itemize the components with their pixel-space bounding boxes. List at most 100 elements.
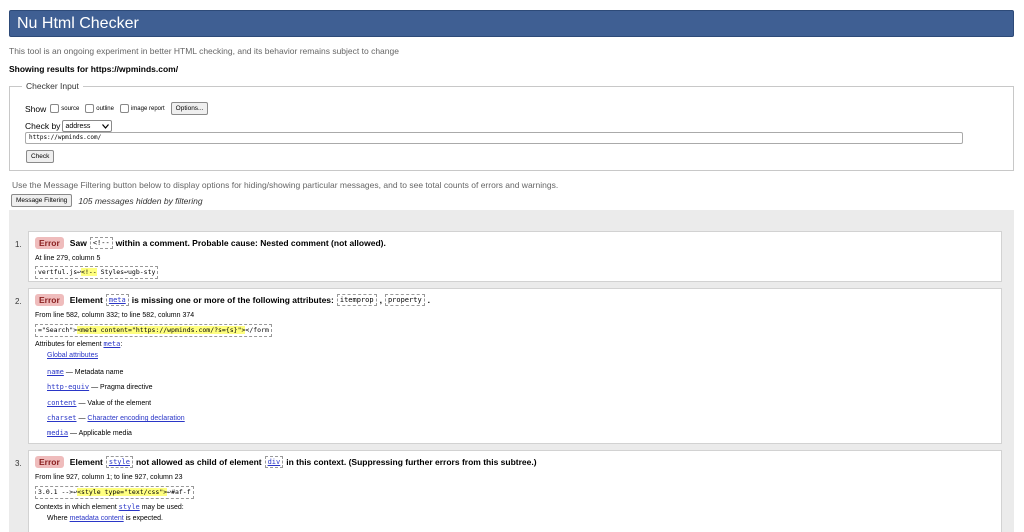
global-attributes-link[interactable]: Global attributes: [47, 352, 98, 359]
attribute-row-charset: charset — Character encoding declaration: [47, 414, 185, 422]
code-snippet[interactable]: style: [105, 456, 133, 468]
location-text: At line 279, column 5: [35, 255, 101, 262]
filter-row: Message Filtering 105 messages hidden by…: [11, 194, 203, 207]
page-title: Nu Html Checker: [17, 15, 139, 32]
message-number: 2.: [15, 297, 22, 306]
message-fragment: is missing one or more of the following …: [131, 295, 334, 305]
message-text: Error Saw <!-- within a comment. Probabl…: [35, 237, 386, 249]
attribute-desc: — Value of the element: [78, 400, 152, 407]
extract-post: ↩#af-f: [167, 488, 191, 496]
charset-link[interactable]: Character encoding declaration: [87, 415, 184, 422]
showing-results: Showing results for https://wpminds.com/: [9, 64, 179, 74]
show-label: Show: [25, 103, 47, 114]
error-badge: Error: [35, 294, 64, 306]
message-fragment: within a comment. Probable cause: Nested…: [115, 238, 386, 248]
hidden-messages-count: 105 messages hidden by filtering: [78, 195, 203, 206]
attribute-link[interactable]: media: [47, 429, 68, 437]
extract-pre: 3.0.1 -->↩: [38, 488, 78, 496]
code-snippet[interactable]: meta: [105, 294, 129, 306]
message-fragment: Element: [69, 295, 103, 305]
results-panel: 1. Error Saw <!-- within a comment. Prob…: [9, 210, 1014, 532]
source-checkbox-label: source: [61, 105, 80, 112]
message-fragment: Saw: [69, 238, 87, 248]
attributes-heading: Attributes for element meta:: [35, 340, 122, 348]
check-by-select[interactable]: address: [62, 120, 113, 132]
checker-input-fieldset: Checker Input Show source outline image …: [9, 81, 1014, 171]
attribute-desc: —: [78, 415, 86, 422]
contexts-heading: Contexts in which element style may be u…: [35, 503, 184, 511]
message-item: 3. Error Element style not allowed as ch…: [15, 450, 1002, 532]
header-bar: Nu Html Checker: [9, 10, 1014, 37]
check-button[interactable]: Check: [26, 150, 55, 163]
message-number: 3.: [15, 459, 22, 468]
filter-note: Use the Message Filtering button below t…: [12, 180, 559, 190]
location-text: From line 582, column 332; to line 582, …: [35, 312, 195, 319]
attribute-row-name: name — Metadata name: [47, 368, 123, 376]
message-text: Error Element meta is missing one or mor…: [35, 294, 430, 306]
global-attributes-row: Global attributes: [47, 352, 98, 359]
intro-text: This tool is an ongoing experiment in be…: [9, 46, 399, 56]
image-report-checkbox[interactable]: image report: [119, 104, 165, 113]
contexts-text: Contexts in which element: [35, 504, 117, 511]
error-badge: Error: [35, 237, 64, 249]
show-options-row: Show source outline image report Options…: [25, 102, 209, 115]
code-snippet[interactable]: div: [264, 456, 284, 468]
checker-input-legend: Checker Input: [22, 81, 83, 91]
source-extract: ="Search"><meta content="https://wpminds…: [35, 324, 272, 337]
check-by-value: address: [65, 122, 91, 130]
error-badge: Error: [35, 456, 64, 468]
separator: ,: [379, 295, 382, 305]
message-filtering-button[interactable]: Message Filtering: [11, 194, 73, 207]
attribute-link[interactable]: content: [47, 399, 77, 407]
address-input[interactable]: https://wpminds.com/: [25, 132, 963, 144]
attribute-desc: — Pragma directive: [91, 384, 153, 391]
message-fragment: in this context. (Suppressing further er…: [286, 457, 537, 467]
checkbox-box[interactable]: [50, 104, 60, 113]
extract-pre: vertful.js↩: [38, 268, 82, 276]
source-checkbox[interactable]: source: [50, 104, 79, 113]
period: .: [427, 295, 431, 305]
check-by-row: Check by address: [25, 120, 113, 132]
location-text: From line 927, column 1; to line 927, co…: [35, 474, 183, 481]
contexts-end: may be used:: [141, 504, 184, 511]
code-snippet: <!--: [89, 237, 113, 249]
where-end: is expected.: [125, 515, 163, 522]
attributes-element-link[interactable]: meta: [103, 340, 120, 348]
attribute-link[interactable]: http-equiv: [47, 383, 89, 391]
attributes-heading-text: Attributes for element: [35, 341, 102, 348]
outline-checkbox[interactable]: outline: [85, 104, 114, 113]
colon: :: [120, 341, 123, 348]
source-extract: 3.0.1 -->↩<style type="text/css">↩#af-f: [35, 486, 194, 499]
attribute-link[interactable]: charset: [47, 414, 77, 422]
where-row: Where metadata content is expected.: [47, 515, 163, 522]
message-item: 1. Error Saw <!-- within a comment. Prob…: [15, 231, 1002, 282]
attribute-row-content: content — Value of the element: [47, 399, 151, 407]
attribute-row-media: media — Applicable media: [47, 429, 132, 437]
extract-highlight: <!--: [81, 268, 97, 276]
extract-pre: ="Search">: [38, 326, 78, 334]
outline-checkbox-label: outline: [96, 105, 114, 112]
metadata-content-link[interactable]: metadata content: [70, 515, 124, 522]
code-snippet: property: [384, 294, 425, 306]
where-text: Where: [47, 515, 68, 522]
attribute-link[interactable]: name: [47, 368, 64, 376]
checkbox-box[interactable]: [119, 104, 129, 113]
options-button[interactable]: Options...: [170, 102, 209, 115]
message-number: 1.: [15, 240, 22, 249]
message-fragment: Element: [69, 457, 103, 467]
extract-post: Styles↩ugb-sty: [96, 268, 156, 276]
extract-post: </form: [245, 326, 269, 334]
extract-highlight: <meta content="https://wpminds.com/?s={s…: [77, 326, 246, 334]
message-text: Error Element style not allowed as child…: [35, 456, 537, 468]
check-by-label: Check by: [25, 121, 61, 131]
source-extract: vertful.js↩<!-- Styles↩ugb-sty: [35, 266, 159, 279]
attribute-desc: — Applicable media: [70, 430, 132, 437]
checkbox-box[interactable]: [85, 104, 95, 113]
message-item: 2. Error Element meta is missing one or …: [15, 288, 1002, 444]
extract-highlight: <style type="text/css">: [77, 488, 168, 496]
attribute-row-http-equiv: http-equiv — Pragma directive: [47, 383, 153, 391]
contexts-element-link[interactable]: style: [119, 503, 140, 511]
image-report-checkbox-label: image report: [130, 105, 165, 112]
message-fragment: not allowed as child of element: [135, 457, 262, 467]
chevron-down-icon: [102, 123, 110, 129]
